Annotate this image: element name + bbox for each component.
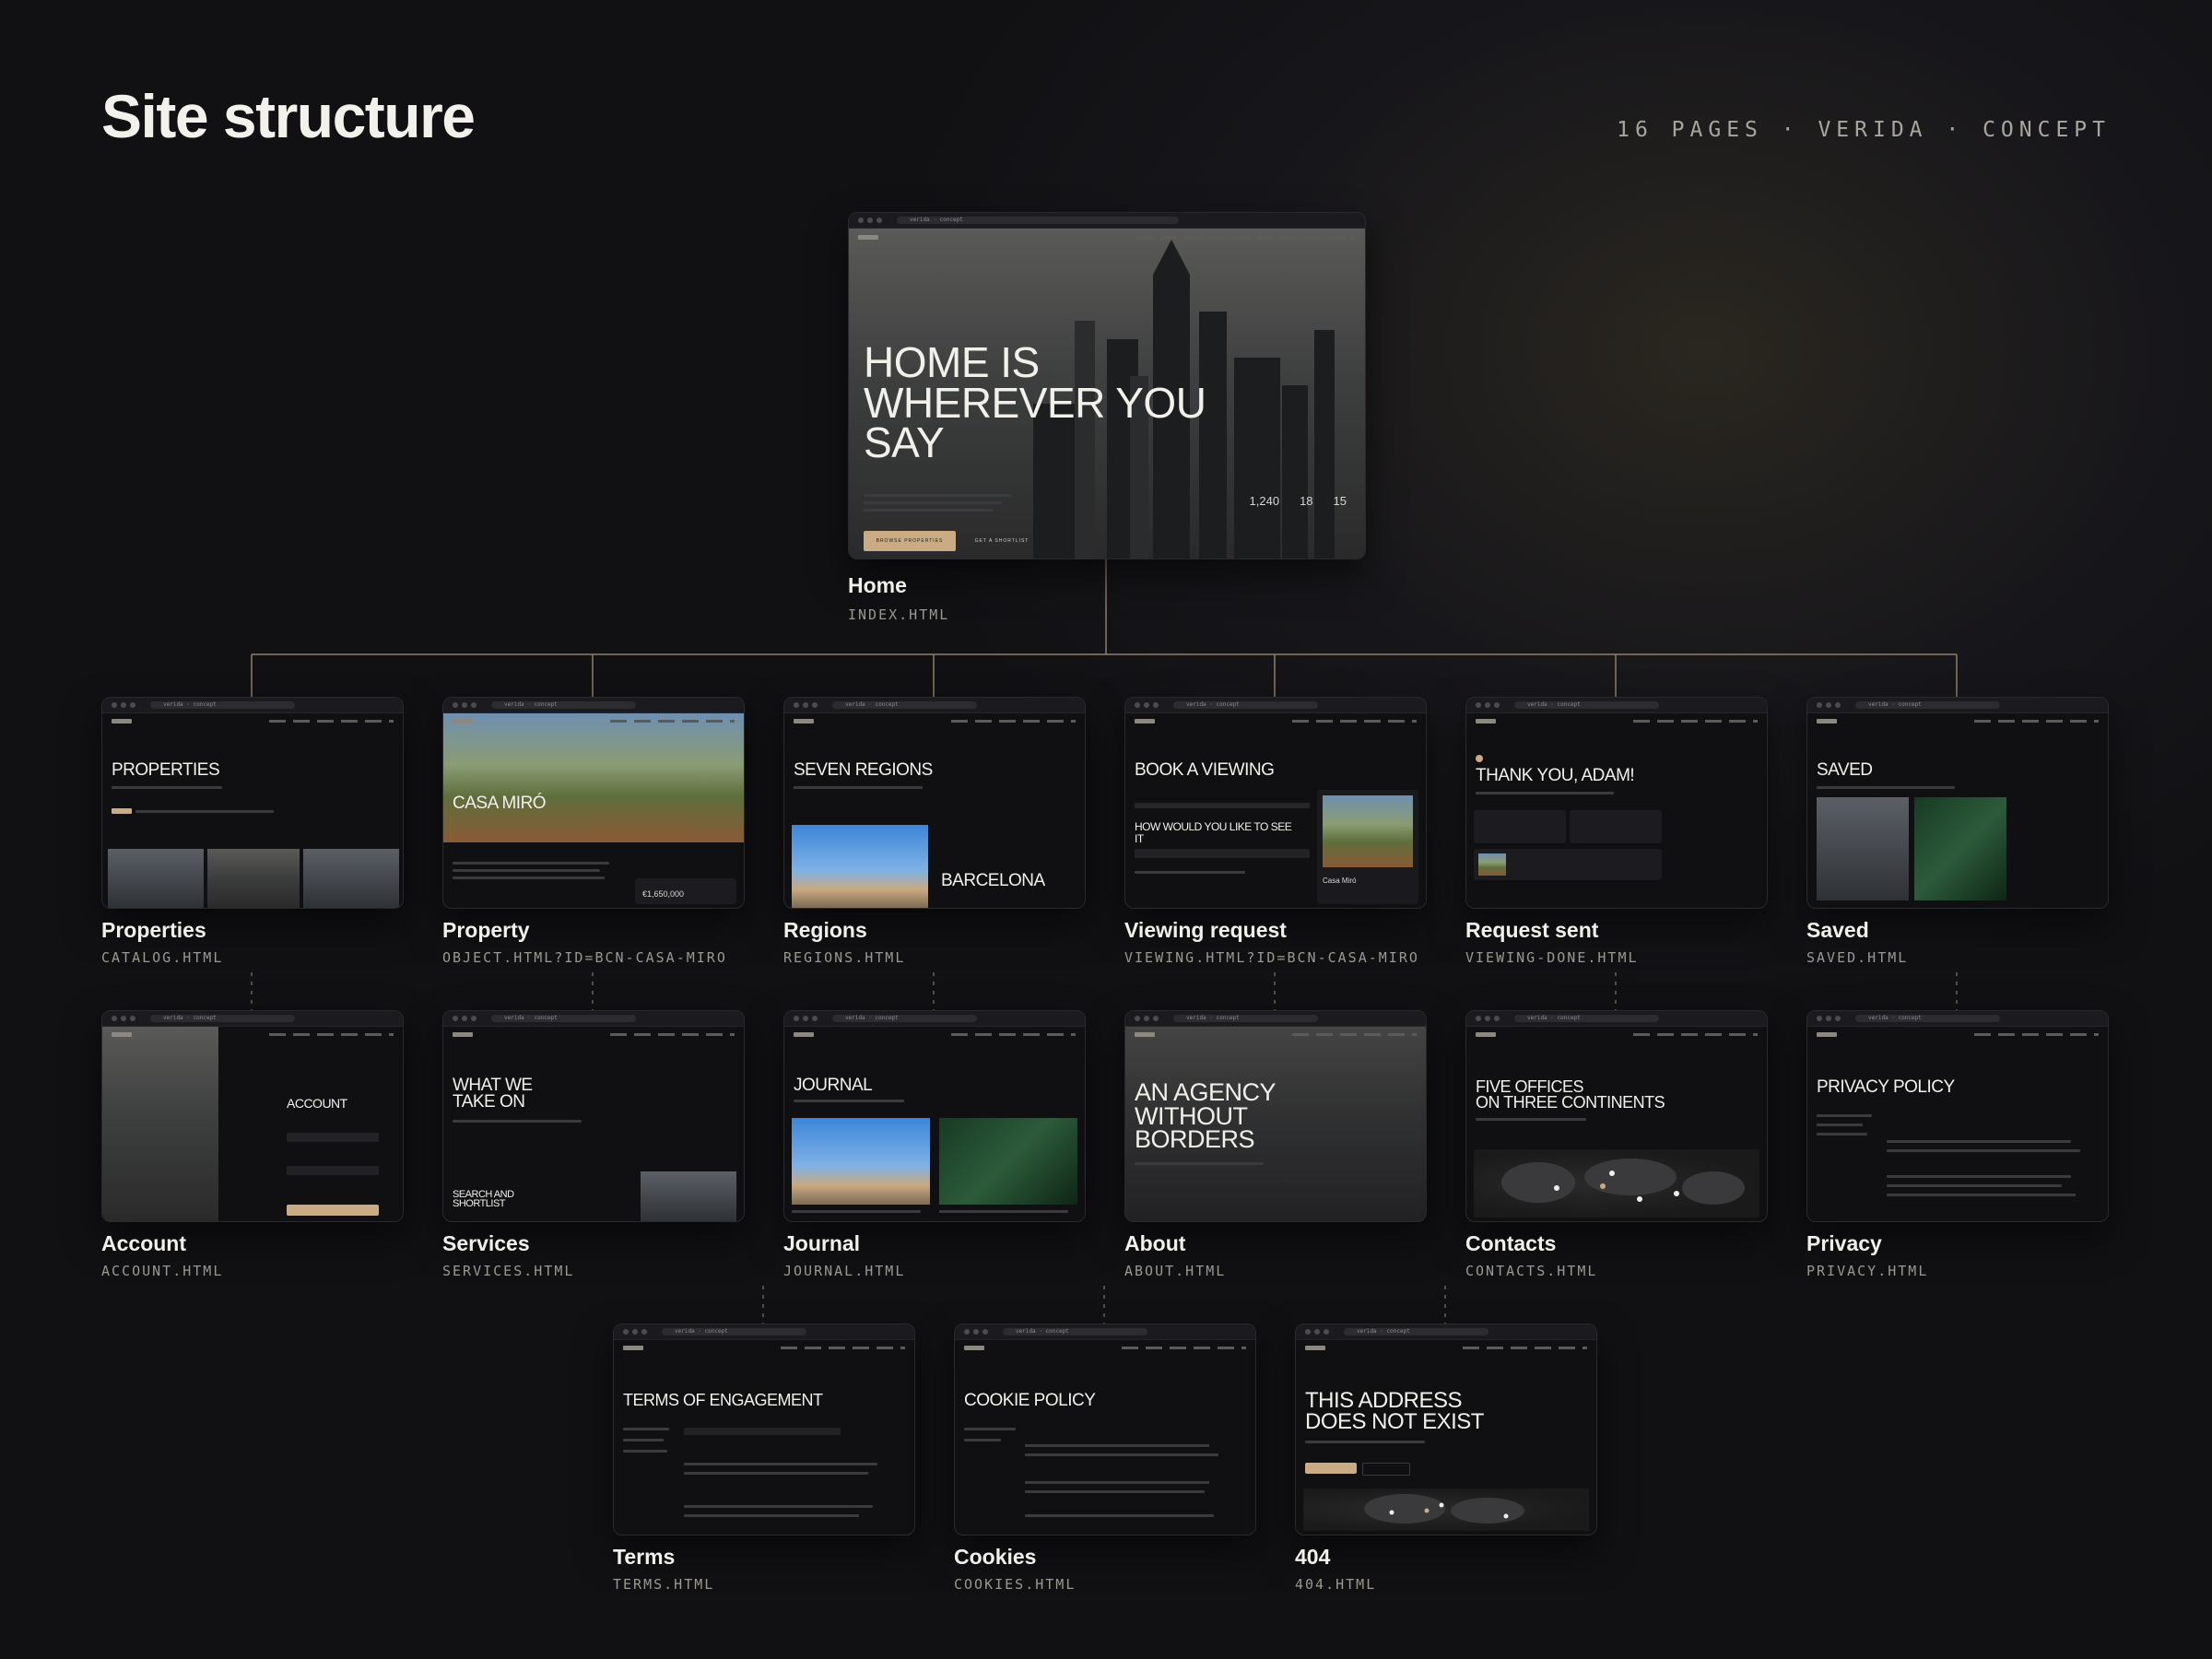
page-heading: FIVE OFFICES ON THREE CONTINENTS — [1476, 1077, 1665, 1112]
page-file: OBJECT.HTML?ID=BCN-CASA-MIRO — [442, 949, 727, 966]
services-subheading: SEARCH AND SHORTLIST — [453, 1189, 514, 1210]
page-file: TERMS.HTML — [613, 1576, 715, 1593]
page-label: Properties — [101, 918, 206, 942]
page-heading: ACCOUNT — [287, 1096, 347, 1111]
page-heading: COOKIE POLICY — [964, 1391, 1096, 1410]
property-price: €1,650,000 — [642, 889, 685, 899]
page-heading: THIS ADDRESS DOES NOT EXIST — [1305, 1388, 1484, 1434]
viewing-question: HOW WOULD YOU LIKE TO SEE IT — [1135, 820, 1292, 845]
home-stat: 15 — [1333, 494, 1347, 508]
page-label: Privacy — [1806, 1231, 1882, 1255]
page-heading: BOOK A VIEWING — [1135, 760, 1275, 780]
page-file: CATALOG.HTML — [101, 949, 224, 966]
page-file: VIEWING-DONE.HTML — [1465, 949, 1639, 966]
page-file: 404.HTML — [1295, 1576, 1377, 1593]
page-label: Regions — [783, 918, 867, 942]
page-heading: WHAT WE TAKE ON — [453, 1076, 533, 1112]
page-label: Home — [848, 573, 907, 597]
page-file: COOKIES.HTML — [954, 1576, 1077, 1593]
page-label: Property — [442, 918, 530, 942]
contact-button[interactable] — [1362, 1463, 1410, 1476]
page-file: ABOUT.HTML — [1124, 1263, 1227, 1279]
page-file: SERVICES.HTML — [442, 1263, 575, 1279]
get-shortlist-button[interactable]: GET A SHORTLIST — [965, 531, 1039, 551]
page-label: Cookies — [954, 1545, 1037, 1569]
page-heading: PRIVACY POLICY — [1817, 1077, 1955, 1097]
page-heading: TERMS OF ENGAGEMENT — [623, 1391, 823, 1409]
viewing-property-name: Casa Miró — [1323, 877, 1357, 885]
sign-in-button[interactable] — [287, 1205, 379, 1216]
page-label: Viewing request — [1124, 918, 1287, 942]
page-label: Journal — [783, 1231, 861, 1255]
page-label: Saved — [1806, 918, 1869, 942]
page-heading: AN AGENCY WITHOUT BORDERS — [1135, 1078, 1277, 1154]
page-file: VIEWING.HTML?ID=BCN-CASA-MIRO — [1124, 949, 1419, 966]
home-hero-image: HOME IS WHEREVER YOU SAY 1,240 18 15 BRO… — [849, 229, 1365, 559]
page-file: CONTACTS.HTML — [1465, 1263, 1598, 1279]
home-stat: 1,240 — [1249, 494, 1280, 508]
page-heading: JOURNAL — [794, 1076, 873, 1095]
page-label: 404 — [1295, 1545, 1331, 1569]
page-label: Terms — [613, 1545, 676, 1569]
home-button[interactable] — [1305, 1463, 1357, 1474]
page-label: Services — [442, 1231, 530, 1255]
page-heading: SEVEN REGIONS — [794, 760, 933, 780]
page-heading: CASA MIRÓ — [453, 794, 547, 813]
page-heading: THANK YOU, ADAM! — [1476, 766, 1635, 785]
page-label: Contacts — [1465, 1231, 1557, 1255]
page-label: About — [1124, 1231, 1186, 1255]
page-heading: PROPERTIES — [112, 760, 220, 780]
region-name: BARCELONA — [941, 871, 1045, 890]
browse-properties-button[interactable]: BROWSE PROPERTIES — [864, 531, 956, 551]
page-heading: SAVED — [1817, 760, 1873, 780]
home-hero-title: HOME IS WHEREVER YOU SAY — [864, 338, 1206, 467]
home-stat: 18 — [1300, 494, 1313, 508]
page-label: Account — [101, 1231, 186, 1255]
page-file: REGIONS.HTML — [783, 949, 906, 966]
page-file: JOURNAL.HTML — [783, 1263, 906, 1279]
page-file: SAVED.HTML — [1806, 949, 1909, 966]
page-file: PRIVACY.HTML — [1806, 1263, 1929, 1279]
page-label: Request sent — [1465, 918, 1599, 942]
page-file: ACCOUNT.HTML — [101, 1263, 224, 1279]
page-file: INDEX.HTML — [848, 606, 950, 623]
